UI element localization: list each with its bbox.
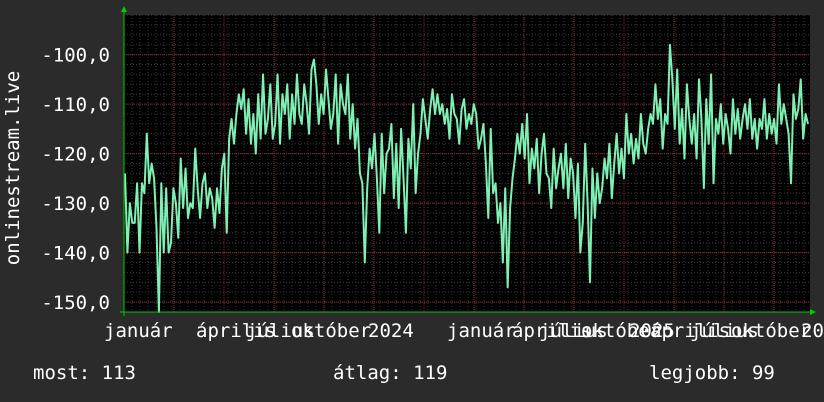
- x-tick-label: 2024: [368, 320, 414, 342]
- x-tick-label: 20: [801, 320, 824, 342]
- average-value: átlag: 119: [333, 362, 448, 384]
- y-tick-label: -110,0: [41, 94, 110, 116]
- y-tick-label: -100,0: [41, 45, 110, 67]
- x-tick-label: január: [447, 320, 516, 342]
- chart: -100,0 -110,0 -120,0 -130,0 -140,0 -150,0 jan…: [2, 6, 824, 342]
- y-tick-label: -120,0: [41, 144, 110, 166]
- x-axis-arrow-icon: [810, 309, 816, 315]
- y-axis-title: onlinestream.live: [2, 71, 24, 265]
- y-tick-labels: -100,0 -110,0 -120,0 -130,0 -140,0 -150,0: [41, 45, 110, 315]
- y-tick-label: -150,0: [41, 292, 110, 314]
- x-tick-labels: január áprilisjúliusoktóber2024 januárápri…: [104, 320, 824, 342]
- x-tick-label: október: [731, 320, 811, 342]
- current-value: most: 113: [33, 362, 136, 384]
- y-tick-label: -130,0: [41, 193, 110, 215]
- y-axis-arrow-icon: [121, 6, 127, 12]
- y-tick-label: -140,0: [41, 243, 110, 265]
- x-tick-label: október: [291, 320, 371, 342]
- x-tick-label: január: [104, 320, 173, 342]
- best-value: legjobb: 99: [649, 362, 775, 384]
